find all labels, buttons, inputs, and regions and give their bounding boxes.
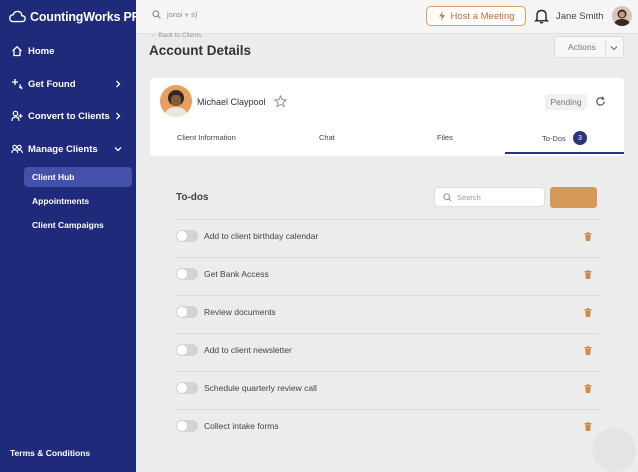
actions-label: Actions [568, 42, 596, 52]
lightning-icon [438, 11, 445, 21]
sidebar-item-label: Home [28, 45, 55, 57]
todo-toggle[interactable] [176, 420, 198, 432]
app-name: CountingWorks PRO [30, 9, 150, 24]
trash-icon[interactable] [584, 346, 592, 355]
chevron-right-icon [116, 80, 121, 88]
refresh-icon[interactable] [595, 96, 606, 107]
sidebar-item-home[interactable]: Home [0, 40, 136, 62]
floating-help-button[interactable] [592, 428, 636, 472]
todo-toggle[interactable] [176, 268, 198, 280]
cloud-logo-icon [9, 10, 26, 23]
chevron-down-icon [114, 147, 122, 152]
todo-row: Add to client birthday calendar [174, 219, 599, 257]
trash-icon[interactable] [584, 270, 592, 279]
todos-title: To-dos [176, 192, 209, 203]
trash-icon[interactable] [584, 422, 592, 431]
todo-label: Schedule quarterly review call [204, 383, 317, 393]
host-meeting-button[interactable]: Host a Meeting [426, 6, 526, 26]
home-icon [11, 45, 23, 57]
users-icon [11, 143, 23, 155]
todo-row: Get Bank Access [174, 257, 599, 295]
todo-row: Review documents [174, 295, 599, 333]
chevron-right-icon [116, 112, 121, 120]
status-badge: Pending [545, 94, 587, 110]
sidebar-item-label: Convert to Clients [28, 110, 110, 122]
tab-client-information[interactable]: Client Information [177, 133, 236, 142]
tab-todos-label: To-Dos [542, 134, 566, 143]
todo-label: Add to client newsletter [204, 345, 292, 355]
actions-dropdown[interactable]: Actions [554, 36, 624, 58]
page-title: Account Details [149, 43, 252, 58]
tab-todos[interactable]: To-Dos 3 [505, 126, 624, 154]
sidebar: CountingWorks PRO Home Get Found Convert… [0, 0, 150, 472]
global-search-text: jonsi + s) [167, 10, 198, 19]
todo-label: Add to client birthday calendar [204, 231, 319, 241]
todos-count-badge: 3 [573, 131, 587, 145]
todo-toggle[interactable] [176, 230, 198, 242]
user-plus-icon [11, 110, 23, 122]
host-meeting-label: Host a Meeting [450, 10, 515, 22]
todo-toggle[interactable] [176, 382, 198, 394]
chevron-down-icon [610, 46, 618, 51]
sidebar-subitem-client-hub[interactable]: Client Hub [24, 167, 132, 187]
terms-link[interactable]: Terms & Conditions [10, 448, 90, 458]
sidebar-item-convert-to-clients[interactable]: Convert to Clients [0, 105, 136, 127]
trash-icon[interactable] [584, 308, 592, 317]
search-icon [443, 192, 452, 202]
todo-search-placeholder: Search [457, 192, 481, 202]
tab-chat[interactable]: Chat [319, 133, 335, 142]
todo-toggle[interactable] [176, 344, 198, 356]
todo-toggle[interactable] [176, 306, 198, 318]
user-avatar[interactable] [612, 6, 632, 26]
user-name[interactable]: Jane Smith [556, 11, 604, 22]
trash-icon[interactable] [584, 384, 592, 393]
todo-search-input[interactable]: Search [434, 187, 545, 207]
actions-divider [605, 40, 606, 55]
todo-label: Collect intake forms [204, 421, 279, 431]
global-search[interactable]: jonsi + s) [152, 10, 197, 19]
sidebar-subitem-client-campaigns[interactable]: Client Campaigns [24, 215, 132, 235]
todo-label: Review documents [204, 307, 276, 317]
tab-files[interactable]: Files [437, 133, 453, 142]
sidebar-item-get-found[interactable]: Get Found [0, 73, 136, 95]
todo-row: Schedule quarterly review call [174, 371, 599, 409]
sidebar-item-manage-clients[interactable]: Manage Clients [0, 138, 136, 160]
todo-row: Collect intake forms [174, 409, 599, 447]
app-logo[interactable]: CountingWorks PRO [9, 9, 150, 24]
sidebar-item-label: Get Found [28, 78, 76, 90]
sparkle-icon [11, 78, 23, 90]
star-icon[interactable] [274, 95, 287, 108]
bell-icon[interactable] [534, 8, 549, 24]
client-name: Michael Claypool [197, 97, 266, 107]
todo-row: Add to client newsletter [174, 333, 599, 371]
sidebar-subitem-appointments[interactable]: Appointments [24, 191, 132, 211]
client-card: Michael Claypool Pending Client Informat… [150, 78, 624, 156]
search-icon [152, 10, 161, 19]
client-avatar [160, 85, 192, 117]
sidebar-item-label: Manage Clients [28, 143, 98, 155]
back-to-clients-link[interactable]: ← Back to Clients [150, 32, 202, 39]
trash-icon[interactable] [584, 232, 592, 241]
todo-label: Get Bank Access [204, 269, 269, 279]
add-todo-button[interactable] [550, 187, 597, 208]
top-bar: jonsi + s) Host a Meeting Jane Smith [136, 0, 638, 34]
